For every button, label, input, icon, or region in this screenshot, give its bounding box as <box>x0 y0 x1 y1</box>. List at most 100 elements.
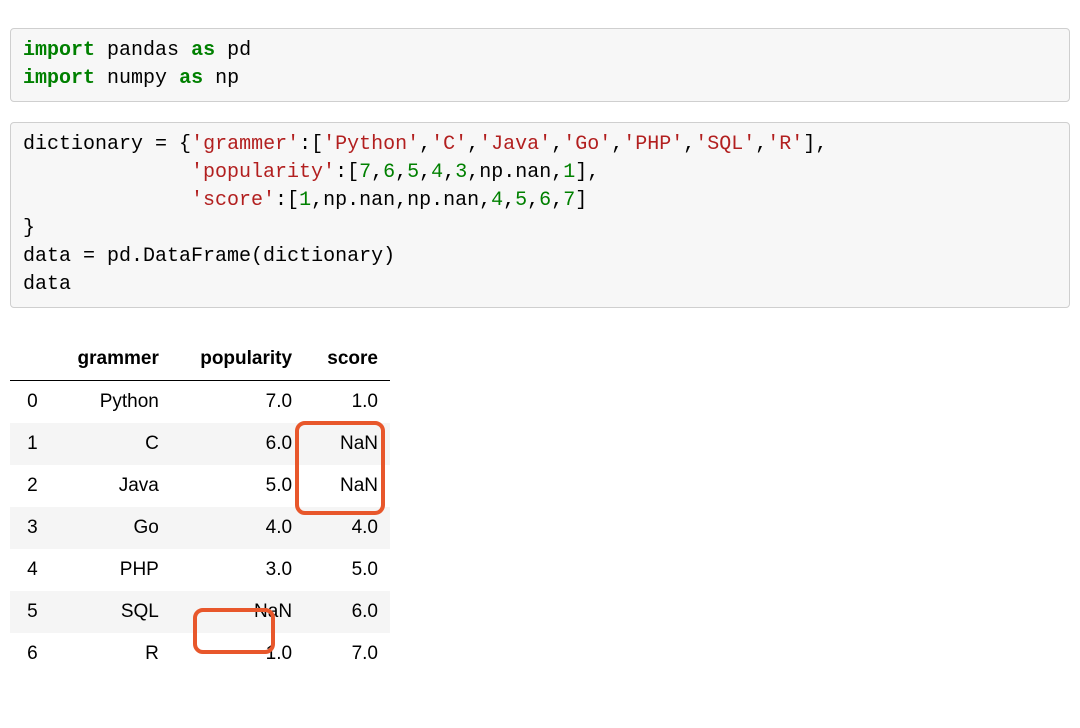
code-token: } <box>23 217 35 240</box>
table-cell: 1.0 <box>171 633 304 675</box>
code-token: 'grammer' <box>191 133 299 156</box>
code-token: ,np.nan,np.nan, <box>311 189 491 212</box>
row-index: 6 <box>10 633 50 675</box>
code-token: ], <box>575 161 599 184</box>
code-token: 6 <box>539 189 551 212</box>
code-token: = <box>155 133 167 156</box>
code-token <box>215 39 227 62</box>
code-token <box>203 67 215 90</box>
code-token: 1 <box>563 161 575 184</box>
table-cell: 7.0 <box>304 633 390 675</box>
row-index: 2 <box>10 465 50 507</box>
table-cell: NaN <box>304 423 390 465</box>
table-cell: 5.0 <box>304 549 390 591</box>
code-token: { <box>167 133 191 156</box>
code-token: pd.DataFrame(dictionary) <box>95 245 395 268</box>
table-row: 1C6.0NaN <box>10 423 390 465</box>
row-index: 0 <box>10 381 50 424</box>
table-cell: NaN <box>304 465 390 507</box>
table-cell: NaN <box>171 591 304 633</box>
code-token: import <box>23 39 95 62</box>
code-token: 'Java' <box>479 133 551 156</box>
code-token: 3 <box>455 161 467 184</box>
code-token <box>167 67 179 90</box>
code-token: as <box>191 39 215 62</box>
code-token: 'score' <box>191 189 275 212</box>
code-token: 5 <box>515 189 527 212</box>
code-token: 7 <box>563 189 575 212</box>
code-token: ,np.nan, <box>467 161 563 184</box>
code-token: 'PHP' <box>623 133 683 156</box>
row-index: 4 <box>10 549 50 591</box>
index-header <box>10 338 50 381</box>
code-token: 5 <box>407 161 419 184</box>
code-token: , <box>371 161 383 184</box>
code-cell-2: dictionary = {'grammer':['Python','C','J… <box>10 122 1070 308</box>
code-token: 'SQL' <box>695 133 755 156</box>
table-row: 0Python7.01.0 <box>10 381 390 424</box>
code-token: pandas <box>107 39 179 62</box>
code-token: import <box>23 67 95 90</box>
code-token: = <box>83 245 95 268</box>
table-row: 4PHP3.05.0 <box>10 549 390 591</box>
code-token: :[ <box>275 189 299 212</box>
code-token: 'R' <box>767 133 803 156</box>
table-row: 2Java5.0NaN <box>10 465 390 507</box>
code-token: 'C' <box>431 133 467 156</box>
code-token: 7 <box>359 161 371 184</box>
code-token: data <box>23 273 71 296</box>
code-token: np <box>215 67 239 90</box>
code-token <box>95 39 107 62</box>
table-cell: 6.0 <box>304 591 390 633</box>
code-token: 'Go' <box>563 133 611 156</box>
code-token: :[ <box>335 161 359 184</box>
code-token: ] <box>575 189 587 212</box>
table-cell: 3.0 <box>171 549 304 591</box>
code-token: 'popularity' <box>191 161 335 184</box>
col-header: score <box>304 338 390 381</box>
row-index: 3 <box>10 507 50 549</box>
row-index: 1 <box>10 423 50 465</box>
code-token <box>95 67 107 90</box>
code-cell-1: import pandas as pd import numpy as np <box>10 28 1070 102</box>
code-token: , <box>755 133 767 156</box>
code-token: 6 <box>383 161 395 184</box>
code-token: , <box>611 133 623 156</box>
table-row: 6R1.07.0 <box>10 633 390 675</box>
table-cell: 4.0 <box>304 507 390 549</box>
table-row: 5SQLNaN6.0 <box>10 591 390 633</box>
code-token: 1 <box>299 189 311 212</box>
code-token <box>179 39 191 62</box>
code-token: dictionary <box>23 133 155 156</box>
code-token: , <box>527 189 539 212</box>
code-token: , <box>551 133 563 156</box>
code-token: , <box>395 161 407 184</box>
code-token <box>23 161 191 184</box>
row-index: 5 <box>10 591 50 633</box>
code-token: :[ <box>299 133 323 156</box>
table-cell: 5.0 <box>171 465 304 507</box>
code-token: , <box>443 161 455 184</box>
table-cell: Java <box>50 465 171 507</box>
table-cell: 4.0 <box>171 507 304 549</box>
code-token: , <box>467 133 479 156</box>
dataframe-output: grammer popularity score 0Python7.01.01C… <box>10 338 390 675</box>
code-token: , <box>419 161 431 184</box>
table-cell: 1.0 <box>304 381 390 424</box>
code-token: pd <box>227 39 251 62</box>
dataframe-table: grammer popularity score 0Python7.01.01C… <box>10 338 390 675</box>
code-token: 'Python' <box>323 133 419 156</box>
code-token: data <box>23 245 83 268</box>
code-token: , <box>683 133 695 156</box>
table-cell: Go <box>50 507 171 549</box>
col-header: popularity <box>171 338 304 381</box>
table-cell: Python <box>50 381 171 424</box>
table-cell: R <box>50 633 171 675</box>
code-token: , <box>551 189 563 212</box>
code-token: 4 <box>431 161 443 184</box>
code-token: , <box>503 189 515 212</box>
code-token: numpy <box>107 67 167 90</box>
code-token <box>23 189 191 212</box>
code-token: , <box>419 133 431 156</box>
table-cell: PHP <box>50 549 171 591</box>
